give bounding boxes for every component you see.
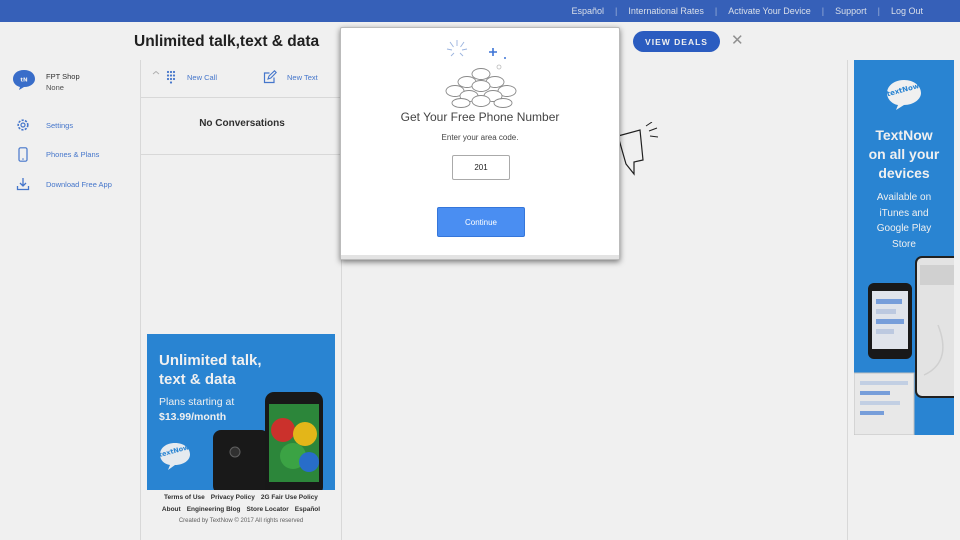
continue-button[interactable]: Continue (437, 207, 525, 237)
dialog-subtitle: Enter your area code. (441, 133, 519, 142)
dialog-title: Get Your Free Phone Number (400, 110, 560, 124)
free-number-dialog: Get Your Free Phone Number Enter your ar… (340, 27, 620, 260)
dialog-footer-bar (341, 255, 619, 259)
area-code-input[interactable] (452, 155, 510, 180)
phone-numbers-illustration (445, 40, 517, 108)
